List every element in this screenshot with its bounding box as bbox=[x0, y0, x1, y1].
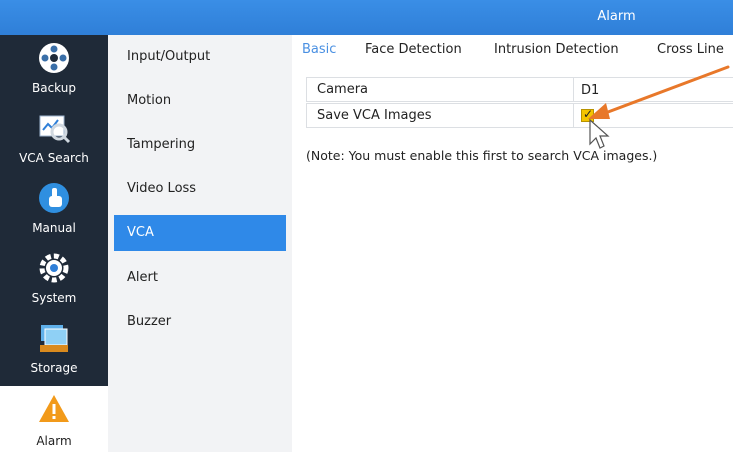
nav-label: Storage bbox=[30, 361, 78, 375]
title-bar: Alarm bbox=[0, 0, 733, 35]
submenu-item-input-output[interactable]: Input/Output bbox=[114, 39, 286, 75]
hand-pointer-icon bbox=[39, 183, 69, 213]
nav-label: Backup bbox=[32, 81, 76, 95]
alarm-submenu: Input/Output Motion Tampering Video Loss… bbox=[108, 35, 292, 452]
nav-item-vca-search[interactable]: VCA Search bbox=[4, 107, 104, 175]
nav-label: Manual bbox=[32, 221, 76, 235]
nav-label: VCA Search bbox=[19, 151, 89, 165]
nav-label: System bbox=[31, 291, 77, 305]
left-nav: Backup VCA Search Manual System Storage … bbox=[0, 35, 108, 452]
nav-item-system[interactable]: System bbox=[4, 247, 104, 315]
magnifier-chart-icon bbox=[39, 115, 71, 144]
storage-drive-icon bbox=[40, 325, 68, 352]
nav-item-storage[interactable]: Storage bbox=[4, 317, 104, 385]
camera-label: Camera bbox=[317, 82, 369, 97]
submenu-item-buzzer[interactable]: Buzzer bbox=[114, 304, 286, 340]
nav-label: Alarm bbox=[36, 434, 72, 448]
nav-item-backup[interactable]: Backup bbox=[4, 37, 104, 105]
submenu-item-vca[interactable]: VCA bbox=[114, 215, 286, 251]
tab-face-detection[interactable]: Face Detection bbox=[365, 42, 462, 57]
save-vca-images-label: Save VCA Images bbox=[317, 108, 432, 123]
film-reel-icon bbox=[39, 43, 69, 73]
nav-item-manual[interactable]: Manual bbox=[4, 177, 104, 245]
submenu-item-alert[interactable]: Alert bbox=[114, 260, 286, 296]
window-title: Alarm bbox=[597, 9, 636, 24]
submenu-item-tampering[interactable]: Tampering bbox=[114, 127, 286, 163]
nav-item-alarm[interactable]: Alarm bbox=[0, 386, 108, 452]
gear-icon bbox=[39, 253, 69, 283]
submenu-item-motion[interactable]: Motion bbox=[114, 83, 286, 119]
tab-basic[interactable]: Basic bbox=[302, 42, 336, 57]
mouse-cursor-icon bbox=[589, 118, 610, 149]
submenu-item-video-loss[interactable]: Video Loss bbox=[114, 171, 286, 207]
warning-triangle-icon bbox=[39, 395, 69, 422]
